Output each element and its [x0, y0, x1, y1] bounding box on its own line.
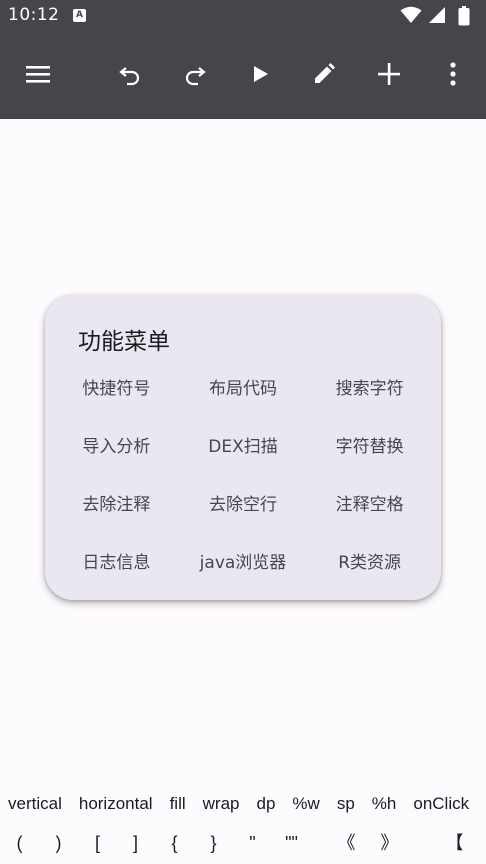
menu-item-dex-scan[interactable]: DEX扫描	[180, 425, 307, 469]
keyword-suggestion-bar: vertical horizontal fill wrap dp %w sp %h onClic…	[0, 790, 486, 818]
run-button[interactable]	[240, 54, 280, 94]
menu-grid: 快捷符号 布局代码 搜索字符 导入分析 DEX扫描 字符替换 去除注释 去除空行…	[53, 367, 433, 599]
symbol-open-paren[interactable]: (	[0, 826, 39, 860]
symbol-open-guillemet[interactable]: 《	[327, 826, 366, 860]
status-bar: 10:12 A	[0, 0, 486, 32]
add-button[interactable]	[369, 54, 409, 94]
symbol-bar: ( ) [ ] { } " "" 《 》 【	[0, 826, 486, 860]
symbol-close-brace[interactable]: }	[194, 826, 233, 860]
menu-item-remove-comments[interactable]: 去除注释	[53, 483, 180, 527]
menu-button[interactable]	[18, 54, 58, 94]
symbol-quote[interactable]: "	[233, 826, 272, 860]
function-menu-dialog: 功能菜单 快捷符号 布局代码 搜索字符 导入分析 DEX扫描 字符替换 去除注释…	[45, 295, 441, 600]
suggestion-dp[interactable]: dp	[249, 790, 276, 818]
more-button[interactable]	[433, 54, 473, 94]
suggestion-wrap[interactable]: wrap	[195, 790, 240, 818]
status-time: 10:12	[8, 5, 60, 25]
menu-item-shortcut-symbols[interactable]: 快捷符号	[53, 367, 180, 411]
symbol-close-guillemet[interactable]: 》	[370, 826, 409, 860]
add-icon	[378, 63, 400, 85]
symbol-open-bracket[interactable]: [	[78, 826, 117, 860]
suggestion-percent-w[interactable]: %w	[284, 790, 319, 818]
battery-icon	[458, 6, 470, 26]
redo-icon	[185, 67, 206, 86]
signal-icon	[429, 7, 445, 23]
menu-icon	[26, 66, 50, 83]
menu-item-replace-chars[interactable]: 字符替换	[306, 425, 433, 469]
edit-icon	[315, 63, 335, 83]
undo-icon	[119, 67, 140, 86]
suggestion-onclick[interactable]: onClick	[405, 790, 469, 818]
suggestion-vertical[interactable]: vertical	[0, 790, 62, 818]
menu-item-r-resources[interactable]: R类资源	[306, 541, 433, 585]
symbol-double-quote[interactable]: ""	[272, 826, 311, 860]
menu-item-comment-spaces[interactable]: 注释空格	[306, 483, 433, 527]
menu-item-java-browser[interactable]: java浏览器	[180, 541, 307, 585]
wifi-icon	[400, 6, 422, 23]
suggestion-sp[interactable]: sp	[329, 790, 355, 818]
suggestion-horizontal[interactable]: horizontal	[71, 790, 153, 818]
more-vert-icon	[450, 62, 456, 86]
menu-item-import-analysis[interactable]: 导入分析	[53, 425, 180, 469]
play-icon	[254, 66, 268, 82]
redo-button[interactable]	[175, 54, 215, 94]
symbol-close-bracket[interactable]: ]	[116, 826, 155, 860]
menu-item-layout-code[interactable]: 布局代码	[180, 367, 307, 411]
undo-button[interactable]	[110, 54, 150, 94]
notification-a-icon: A	[73, 9, 86, 22]
edit-button[interactable]	[304, 54, 344, 94]
menu-item-search-chars[interactable]: 搜索字符	[306, 367, 433, 411]
symbol-close-paren[interactable]: )	[39, 826, 78, 860]
suggestion-fill[interactable]: fill	[162, 790, 186, 818]
dialog-title: 功能菜单	[78, 329, 170, 355]
suggestion-percent-h[interactable]: %h	[364, 790, 397, 818]
app-toolbar	[0, 32, 486, 119]
symbol-open-lenticular[interactable]: 【	[435, 826, 474, 860]
symbol-open-brace[interactable]: {	[155, 826, 194, 860]
menu-item-remove-blank-lines[interactable]: 去除空行	[180, 483, 307, 527]
menu-item-log-info[interactable]: 日志信息	[53, 541, 180, 585]
